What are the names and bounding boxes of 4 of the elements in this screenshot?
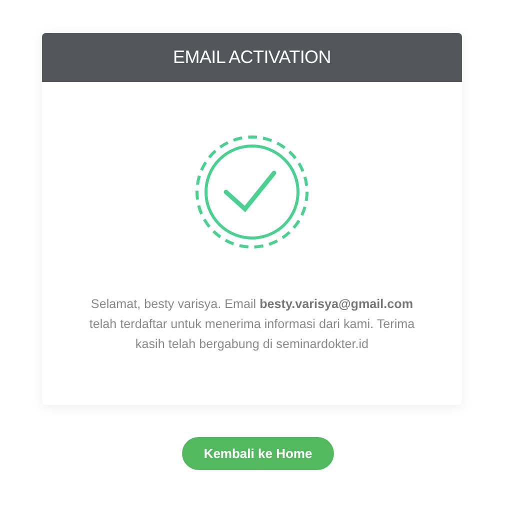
home-button[interactable]: Kembali ke Home [182, 437, 334, 470]
check-circle-icon [194, 134, 310, 250]
card-title: EMAIL ACTIVATION [42, 33, 462, 82]
confirmation-message: Selamat, besty varisya. Email besty.varisya@gmail.com telah terdaftar untuk menerima informasi dari kami. Terima kasih telah bergabung di seminardokter.id [88, 296, 416, 353]
